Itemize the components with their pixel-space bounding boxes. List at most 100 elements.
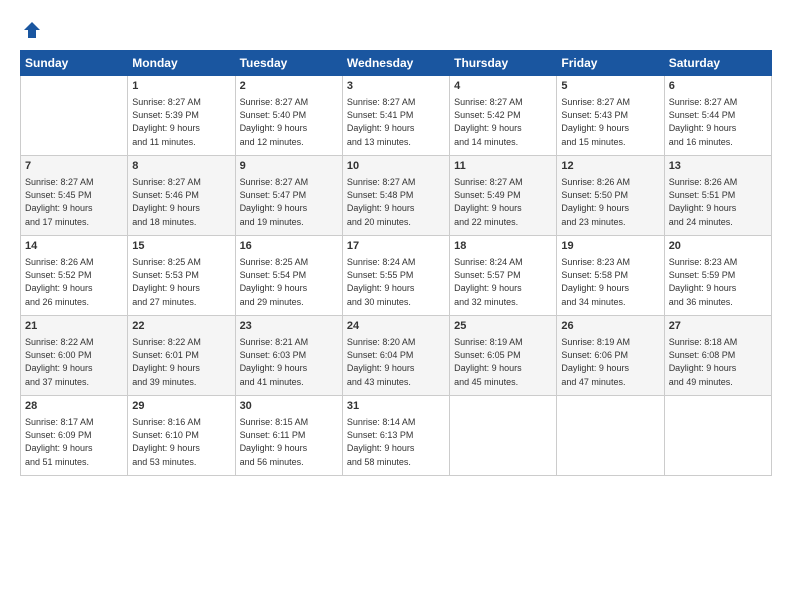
day-info: Sunrise: 8:23 AMSunset: 5:59 PMDaylight:… [669, 256, 767, 308]
calendar-cell: 9 Sunrise: 8:27 AMSunset: 5:47 PMDaylight… [235, 156, 342, 236]
day-number: 5 [561, 79, 659, 94]
day-info: Sunrise: 8:27 AMSunset: 5:44 PMDaylight:… [669, 96, 767, 148]
calendar-cell: 27 Sunrise: 8:18 AMSunset: 6:08 PMDayligh… [664, 316, 771, 396]
day-info: Sunrise: 8:27 AMSunset: 5:41 PMDaylight:… [347, 96, 445, 148]
calendar-cell [557, 396, 664, 476]
calendar-cell: 28 Sunrise: 8:17 AMSunset: 6:09 PMDayligh… [21, 396, 128, 476]
calendar-cell: 12 Sunrise: 8:26 AMSunset: 5:50 PMDayligh… [557, 156, 664, 236]
day-number: 9 [240, 159, 338, 174]
week-row-1: 1 Sunrise: 8:27 AMSunset: 5:39 PMDaylight… [21, 76, 772, 156]
weekday-header-friday: Friday [557, 51, 664, 76]
day-info: Sunrise: 8:18 AMSunset: 6:08 PMDaylight:… [669, 336, 767, 388]
page: SundayMondayTuesdayWednesdayThursdayFrid… [0, 0, 792, 612]
day-info: Sunrise: 8:22 AMSunset: 6:01 PMDaylight:… [132, 336, 230, 388]
calendar-cell: 16Sunrise: 8:25 AMSunset: 5:54 PMDayligh… [235, 236, 342, 316]
calendar-cell: 8 Sunrise: 8:27 AMSunset: 5:46 PMDaylight… [128, 156, 235, 236]
day-info: Sunrise: 8:15 AMSunset: 6:11 PMDaylight:… [240, 416, 338, 468]
day-info: Sunrise: 8:27 AMSunset: 5:49 PMDaylight:… [454, 176, 552, 228]
day-number: 2 [240, 79, 338, 94]
calendar-cell: 2 Sunrise: 8:27 AMSunset: 5:40 PMDaylight… [235, 76, 342, 156]
calendar-cell: 23 Sunrise: 8:21 AMSunset: 6:03 PMDayligh… [235, 316, 342, 396]
weekday-header-sunday: Sunday [21, 51, 128, 76]
calendar-cell: 7 Sunrise: 8:27 AMSunset: 5:45 PMDaylight… [21, 156, 128, 236]
day-info: Sunrise: 8:26 AMSunset: 5:50 PMDaylight:… [561, 176, 659, 228]
weekday-header-thursday: Thursday [450, 51, 557, 76]
day-number: 1 [132, 79, 230, 94]
day-info: Sunrise: 8:27 AMSunset: 5:45 PMDaylight:… [25, 176, 123, 228]
day-info: Sunrise: 8:20 AMSunset: 6:04 PMDaylight:… [347, 336, 445, 388]
day-info: Sunrise: 8:23 AMSunset: 5:58 PMDaylight:… [561, 256, 659, 308]
day-number: 6 [669, 79, 767, 94]
day-number: 14 [25, 239, 123, 254]
day-info: Sunrise: 8:26 AMSunset: 5:52 PMDaylight:… [25, 256, 123, 308]
weekday-header-wednesday: Wednesday [342, 51, 449, 76]
calendar-cell: 6 Sunrise: 8:27 AMSunset: 5:44 PMDaylight… [664, 76, 771, 156]
calendar-cell: 31Sunrise: 8:14 AMSunset: 6:13 PMDayligh… [342, 396, 449, 476]
day-info: Sunrise: 8:24 AMSunset: 5:55 PMDaylight:… [347, 256, 445, 308]
day-number: 27 [669, 319, 767, 334]
weekday-header-tuesday: Tuesday [235, 51, 342, 76]
day-number: 10 [347, 159, 445, 174]
day-number: 31 [347, 399, 445, 414]
day-number: 8 [132, 159, 230, 174]
day-info: Sunrise: 8:19 AMSunset: 6:06 PMDaylight:… [561, 336, 659, 388]
day-number: 28 [25, 399, 123, 414]
header [20, 20, 772, 40]
calendar-cell: 20Sunrise: 8:23 AMSunset: 5:59 PMDayligh… [664, 236, 771, 316]
day-info: Sunrise: 8:22 AMSunset: 6:00 PMDaylight:… [25, 336, 123, 388]
day-info: Sunrise: 8:27 AMSunset: 5:42 PMDaylight:… [454, 96, 552, 148]
day-info: Sunrise: 8:16 AMSunset: 6:10 PMDaylight:… [132, 416, 230, 468]
day-number: 12 [561, 159, 659, 174]
day-number: 21 [25, 319, 123, 334]
day-number: 17 [347, 239, 445, 254]
day-info: Sunrise: 8:21 AMSunset: 6:03 PMDaylight:… [240, 336, 338, 388]
week-row-4: 21 Sunrise: 8:22 AMSunset: 6:00 PMDayligh… [21, 316, 772, 396]
day-number: 7 [25, 159, 123, 174]
day-number: 23 [240, 319, 338, 334]
day-number: 26 [561, 319, 659, 334]
logo-icon [22, 20, 42, 40]
calendar-cell [450, 396, 557, 476]
day-number: 3 [347, 79, 445, 94]
day-number: 16 [240, 239, 338, 254]
calendar-cell: 15Sunrise: 8:25 AMSunset: 5:53 PMDayligh… [128, 236, 235, 316]
day-number: 29 [132, 399, 230, 414]
day-number: 19 [561, 239, 659, 254]
calendar-cell: 25 Sunrise: 8:19 AMSunset: 6:05 PMDayligh… [450, 316, 557, 396]
day-info: Sunrise: 8:17 AMSunset: 6:09 PMDaylight:… [25, 416, 123, 468]
calendar-cell: 13 Sunrise: 8:26 AMSunset: 5:51 PMDayligh… [664, 156, 771, 236]
calendar-cell: 26 Sunrise: 8:19 AMSunset: 6:06 PMDayligh… [557, 316, 664, 396]
logo [20, 20, 42, 40]
week-row-5: 28 Sunrise: 8:17 AMSunset: 6:09 PMDayligh… [21, 396, 772, 476]
calendar-cell: 17 Sunrise: 8:24 AMSunset: 5:55 PMDayligh… [342, 236, 449, 316]
day-info: Sunrise: 8:27 AMSunset: 5:43 PMDaylight:… [561, 96, 659, 148]
day-info: Sunrise: 8:27 AMSunset: 5:47 PMDaylight:… [240, 176, 338, 228]
calendar-cell: 5 Sunrise: 8:27 AMSunset: 5:43 PMDaylight… [557, 76, 664, 156]
day-info: Sunrise: 8:24 AMSunset: 5:57 PMDaylight:… [454, 256, 552, 308]
calendar-cell: 29 Sunrise: 8:16 AMSunset: 6:10 PMDayligh… [128, 396, 235, 476]
calendar-cell: 19 Sunrise: 8:23 AMSunset: 5:58 PMDayligh… [557, 236, 664, 316]
weekday-header-monday: Monday [128, 51, 235, 76]
day-number: 25 [454, 319, 552, 334]
calendar-cell: 14 Sunrise: 8:26 AMSunset: 5:52 PMDayligh… [21, 236, 128, 316]
calendar-cell: 1 Sunrise: 8:27 AMSunset: 5:39 PMDaylight… [128, 76, 235, 156]
calendar-cell: 3 Sunrise: 8:27 AMSunset: 5:41 PMDaylight… [342, 76, 449, 156]
day-number: 30 [240, 399, 338, 414]
day-number: 13 [669, 159, 767, 174]
calendar-cell: 10 Sunrise: 8:27 AMSunset: 5:48 PMDayligh… [342, 156, 449, 236]
day-info: Sunrise: 8:27 AMSunset: 5:48 PMDaylight:… [347, 176, 445, 228]
calendar-table: SundayMondayTuesdayWednesdayThursdayFrid… [20, 50, 772, 476]
day-info: Sunrise: 8:27 AMSunset: 5:46 PMDaylight:… [132, 176, 230, 228]
day-info: Sunrise: 8:27 AMSunset: 5:40 PMDaylight:… [240, 96, 338, 148]
day-info: Sunrise: 8:19 AMSunset: 6:05 PMDaylight:… [454, 336, 552, 388]
calendar-cell [21, 76, 128, 156]
calendar-cell: 21 Sunrise: 8:22 AMSunset: 6:00 PMDayligh… [21, 316, 128, 396]
calendar-cell: 18Sunrise: 8:24 AMSunset: 5:57 PMDayligh… [450, 236, 557, 316]
day-number: 11 [454, 159, 552, 174]
day-number: 24 [347, 319, 445, 334]
day-info: Sunrise: 8:26 AMSunset: 5:51 PMDaylight:… [669, 176, 767, 228]
calendar-cell: 22Sunrise: 8:22 AMSunset: 6:01 PMDayligh… [128, 316, 235, 396]
day-info: Sunrise: 8:27 AMSunset: 5:39 PMDaylight:… [132, 96, 230, 148]
calendar-cell: 11 Sunrise: 8:27 AMSunset: 5:49 PMDayligh… [450, 156, 557, 236]
calendar-cell: 24 Sunrise: 8:20 AMSunset: 6:04 PMDayligh… [342, 316, 449, 396]
